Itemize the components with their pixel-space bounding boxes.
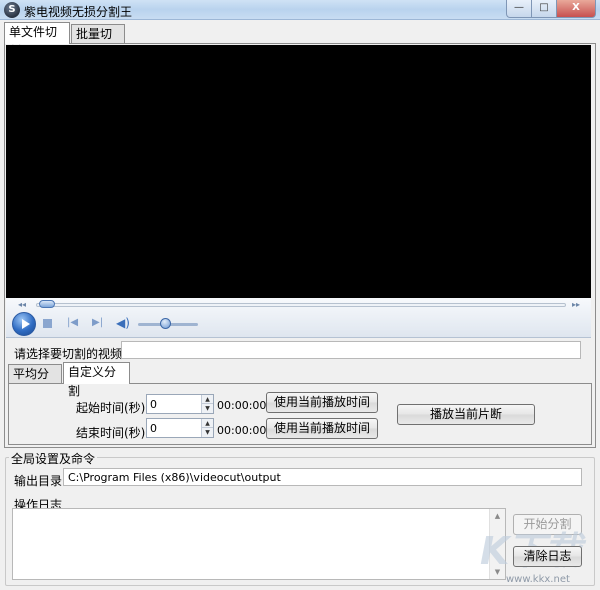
start-time-spin: ▲ ▼ (201, 395, 213, 413)
tab-custom-split[interactable]: 自定义分割 (63, 362, 130, 398)
next-icon[interactable]: ▶| (92, 317, 103, 328)
log-textarea[interactable]: ▲ ▼ (12, 508, 506, 580)
maximize-button[interactable]: □ (531, 0, 557, 18)
start-time-stepper: ▲ ▼ (146, 394, 214, 414)
previous-icon[interactable]: |◀ (67, 317, 78, 328)
scroll-up-icon[interactable]: ▲ (490, 509, 505, 523)
spin-down-icon[interactable]: ▼ (202, 428, 213, 437)
start-time-label: 起始时间(秒): (76, 401, 150, 415)
video-display[interactable] (6, 45, 591, 298)
seek-back-arrow-icon[interactable]: ◂◂ (18, 300, 26, 309)
clear-log-button[interactable]: 清除日志 (513, 546, 582, 567)
start-split-button[interactable]: 开始分割 (513, 514, 582, 535)
tab-even-split[interactable]: 平均分割 (8, 364, 62, 400)
end-time-spin: ▲ ▼ (201, 419, 213, 437)
stop-icon[interactable] (43, 319, 52, 328)
seek-thumb[interactable] (38, 300, 55, 308)
title-bar: S 紫电视频无损分割王 — □ X (0, 0, 600, 20)
start-time-display: 00:00:00 (217, 399, 267, 412)
end-time-label: 结束时间(秒): (76, 426, 150, 440)
window-title: 紫电视频无损分割王 (24, 5, 133, 19)
play-segment-button[interactable]: 播放当前片断 (397, 404, 535, 425)
end-time-input[interactable] (147, 419, 201, 437)
output-dir-input[interactable] (63, 468, 582, 486)
seek-forward-arrow-icon[interactable]: ▸▸ (572, 300, 580, 309)
scroll-down-icon[interactable]: ▼ (490, 565, 505, 579)
spin-up-icon[interactable]: ▲ (202, 419, 213, 428)
use-current-time-end-button[interactable]: 使用当前播放时间 (266, 418, 378, 439)
file-select-label: 请选择要切割的视频: (14, 347, 127, 361)
spin-up-icon[interactable]: ▲ (202, 395, 213, 404)
play-icon[interactable] (12, 312, 36, 336)
volume-icon[interactable]: ◀) (116, 316, 130, 330)
use-current-time-start-button[interactable]: 使用当前播放时间 (266, 392, 378, 413)
seek-bar[interactable] (36, 303, 566, 307)
player-controls: ◂◂ ▸▸ |◀ ▶| ◀) (6, 298, 591, 338)
end-time-stepper: ▲ ▼ (146, 418, 214, 438)
end-time-display: 00:00:00 (217, 424, 267, 437)
film-icon: S (4, 2, 20, 18)
file-select-input[interactable] (121, 341, 581, 359)
start-time-input[interactable] (147, 395, 201, 413)
spin-down-icon[interactable]: ▼ (202, 404, 213, 413)
minimize-button[interactable]: — (506, 0, 532, 18)
tab-batch[interactable]: 批量切割 (71, 24, 125, 60)
log-scrollbar[interactable]: ▲ ▼ (489, 509, 505, 579)
global-settings-title: 全局设置及命令 (9, 450, 98, 467)
output-dir-label: 输出目录: (14, 474, 67, 488)
volume-thumb[interactable] (160, 318, 171, 329)
tab-single-file[interactable]: 单文件切割 (4, 22, 70, 58)
close-button[interactable]: X (556, 0, 596, 18)
